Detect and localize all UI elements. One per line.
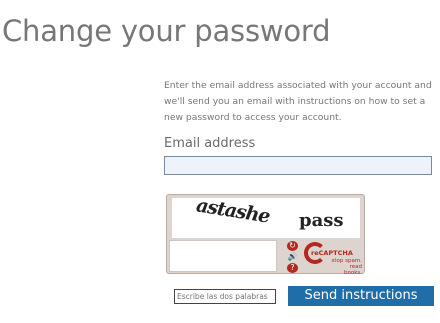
captcha-field-box (169, 240, 277, 304)
email-field[interactable] (164, 156, 432, 175)
send-instructions-button[interactable]: Send instructions (288, 286, 434, 306)
captcha-input[interactable] (174, 289, 276, 304)
reload-icon[interactable]: ↻ (287, 241, 298, 251)
recaptcha-logo: reCAPTCHA stop spam. read books. (304, 241, 362, 276)
recaptcha-slogan: stop spam. read books. (331, 258, 362, 276)
intro-text: Enter the email address associated with … (164, 80, 432, 123)
email-label: Email address (164, 136, 256, 151)
captcha-word-2: pass (299, 210, 344, 231)
captcha-word-1: astashe (194, 198, 271, 228)
audio-icon[interactable]: 🔊 (287, 252, 298, 262)
captcha-widget: astashe pass ↻ 🔊 ? reCAPTCHA stop spam. … (166, 194, 365, 304)
recaptcha-brand: reCAPTCHA (311, 249, 353, 257)
captcha-image: astashe pass (172, 198, 360, 238)
page-title: Change your password (2, 14, 331, 48)
help-icon[interactable]: ? (287, 263, 298, 273)
